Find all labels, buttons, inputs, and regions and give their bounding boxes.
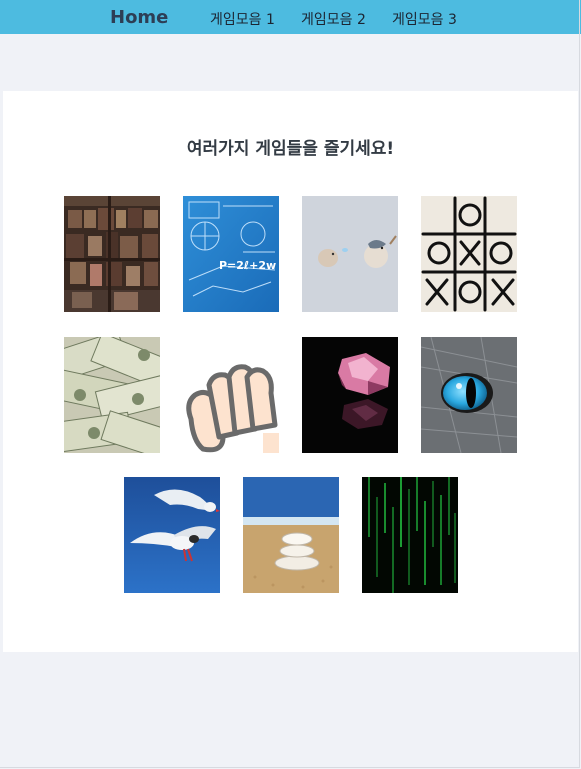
game-tile-stone-birds[interactable] — [302, 196, 398, 312]
seagulls-image — [124, 477, 220, 593]
game-tile-letterpress[interactable] — [64, 196, 160, 312]
nav-game-collection-3[interactable]: 게임모음 3 — [392, 9, 457, 29]
game-tile-math[interactable]: P=2ℓ+2w — [183, 196, 279, 312]
home-link[interactable]: Home — [110, 7, 168, 28]
stone-birds-image — [302, 196, 398, 312]
letterpress-blocks-image — [64, 196, 160, 312]
game-tile-tictactoe[interactable] — [421, 196, 517, 312]
matrix-code-image — [362, 477, 458, 593]
dollar-bills-image — [64, 337, 160, 453]
game-tile-money[interactable] — [64, 337, 160, 453]
game-tile-seagulls[interactable] — [124, 477, 220, 593]
nav-game-collection-2[interactable]: 게임모음 2 — [301, 9, 366, 29]
tictactoe-image — [421, 196, 517, 312]
game-tile-matrix[interactable] — [362, 477, 458, 593]
game-tile-gem[interactable] — [302, 337, 398, 453]
top-nav-bar: Home 게임모음 1 게임모음 2 게임모음 3 — [0, 0, 581, 34]
page-heading: 여러가지 게임들을 즐기세요! — [186, 139, 395, 159]
hand-fist-image — [183, 337, 279, 453]
game-tile-hand[interactable] — [183, 337, 279, 453]
stacked-stones-image — [243, 477, 339, 593]
pink-crystal-image — [302, 337, 398, 453]
cat-eye-image — [421, 337, 517, 453]
formula-label: P=2ℓ+2w — [219, 259, 276, 272]
math-blueprint-image: P=2ℓ+2w — [183, 196, 279, 312]
game-tile-stones-beach[interactable] — [243, 477, 339, 593]
nav-game-collection-1[interactable]: 게임모음 1 — [210, 9, 275, 29]
game-tile-cat-eye[interactable] — [421, 337, 517, 453]
